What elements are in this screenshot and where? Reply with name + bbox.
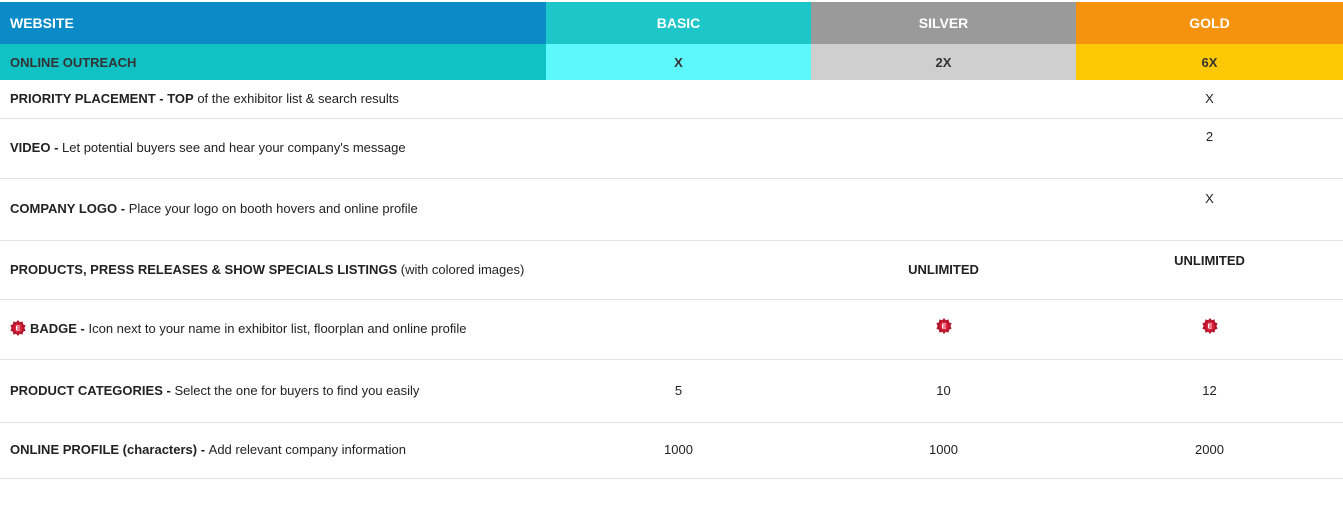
gold-value: 2 bbox=[1076, 118, 1343, 179]
feature-label: COMPANY LOGO - Place your logo on booth … bbox=[0, 178, 546, 241]
table-row: PRIORITY PLACEMENT - TOP of the exhibito… bbox=[0, 80, 1343, 119]
feature-description: of the exhibitor list & search results bbox=[193, 90, 399, 106]
outreach-silver: 2X bbox=[811, 44, 1076, 80]
basic-value bbox=[546, 118, 811, 179]
silver-value bbox=[811, 178, 1076, 241]
table-row: PRODUCT CATEGORIES - Select the one for … bbox=[0, 359, 1343, 423]
silver-value: E bbox=[811, 299, 1076, 360]
gold-value: X bbox=[1076, 178, 1343, 241]
exhibitor-badge-icon: E bbox=[10, 320, 26, 336]
header-gold: GOLD bbox=[1076, 2, 1343, 44]
silver-value: 10 bbox=[811, 359, 1076, 423]
feature-title: PRODUCT CATEGORIES - bbox=[10, 382, 175, 398]
exhibitor-badge-icon: E bbox=[935, 318, 952, 334]
basic-value: 1000 bbox=[546, 422, 811, 479]
table-row: PRODUCTS, PRESS RELEASES & SHOW SPECIALS… bbox=[0, 240, 1343, 300]
feature-title: ONLINE PROFILE (characters) - bbox=[10, 442, 209, 457]
header-silver: SILVER bbox=[811, 2, 1076, 44]
basic-value: 5 bbox=[546, 359, 811, 423]
header-basic: BASIC bbox=[546, 2, 811, 44]
table-row: E BADGE - Icon next to your name in exhib… bbox=[0, 299, 1343, 360]
gold-value: 2000 bbox=[1076, 422, 1343, 479]
feature-description: Place your logo on booth hovers and onli… bbox=[128, 201, 418, 216]
svg-text:E: E bbox=[16, 326, 21, 333]
outreach-basic: X bbox=[546, 44, 811, 80]
exhibitor-badge-icon: E bbox=[1201, 318, 1218, 334]
feature-label: PRODUCT CATEGORIES - Select the one for … bbox=[0, 359, 546, 423]
feature-description: (with colored images) bbox=[397, 261, 525, 277]
feature-label: E BADGE - Icon next to your name in exhib… bbox=[0, 299, 546, 360]
gold-value: 12 bbox=[1076, 359, 1343, 423]
gold-value: E bbox=[1076, 299, 1343, 360]
header-website: WEBSITE bbox=[0, 2, 546, 44]
feature-title: PRIORITY PLACEMENT - TOP bbox=[10, 90, 194, 106]
feature-description: Add relevant company information bbox=[208, 442, 406, 457]
feature-label: PRODUCTS, PRESS RELEASES & SHOW SPECIALS… bbox=[0, 240, 546, 300]
silver-value: 1000 bbox=[811, 422, 1076, 479]
basic-value bbox=[546, 240, 811, 300]
table-row: VIDEO - Let potential buyers see and hea… bbox=[0, 118, 1343, 179]
feature-label: PRIORITY PLACEMENT - TOP of the exhibito… bbox=[0, 80, 546, 119]
silver-value bbox=[811, 118, 1076, 179]
feature-label: ONLINE PROFILE (characters) - Add releva… bbox=[0, 422, 546, 479]
feature-title: VIDEO - bbox=[10, 140, 63, 155]
silver-value bbox=[811, 80, 1076, 119]
gold-value: X bbox=[1076, 80, 1343, 119]
header-row: WEBSITE BASIC SILVER GOLD bbox=[0, 2, 1343, 44]
feature-label: VIDEO - Let potential buyers see and hea… bbox=[0, 118, 546, 179]
feature-title: PRODUCTS, PRESS RELEASES & SHOW SPECIALS… bbox=[10, 261, 398, 277]
feature-title: COMPANY LOGO - bbox=[10, 201, 129, 216]
gold-value: UNLIMITED bbox=[1076, 240, 1343, 300]
basic-value bbox=[546, 178, 811, 241]
feature-description: Icon next to your name in exhibitor list… bbox=[88, 321, 467, 336]
table-row: ONLINE PROFILE (characters) - Add releva… bbox=[0, 422, 1343, 479]
outreach-gold: 6X bbox=[1076, 44, 1343, 80]
feature-description: Select the one for buyers to find you ea… bbox=[174, 382, 420, 398]
basic-value bbox=[546, 80, 811, 119]
feature-description: Let potential buyers see and hear your c… bbox=[62, 140, 406, 155]
silver-value: UNLIMITED bbox=[811, 240, 1076, 300]
svg-text:E: E bbox=[941, 324, 946, 331]
basic-value bbox=[546, 299, 811, 360]
feature-title: BADGE - bbox=[30, 321, 89, 336]
package-comparison-table: WEBSITE BASIC SILVER GOLD ONLINE OUTREAC… bbox=[0, 2, 1343, 479]
online-outreach-row: ONLINE OUTREACH X 2X 6X bbox=[0, 44, 1343, 80]
table-row: COMPANY LOGO - Place your logo on booth … bbox=[0, 178, 1343, 241]
pricing-table-wrapper: WEBSITE BASIC SILVER GOLD ONLINE OUTREAC… bbox=[0, 0, 1343, 510]
svg-text:E: E bbox=[1207, 324, 1212, 331]
outreach-label: ONLINE OUTREACH bbox=[0, 44, 546, 80]
